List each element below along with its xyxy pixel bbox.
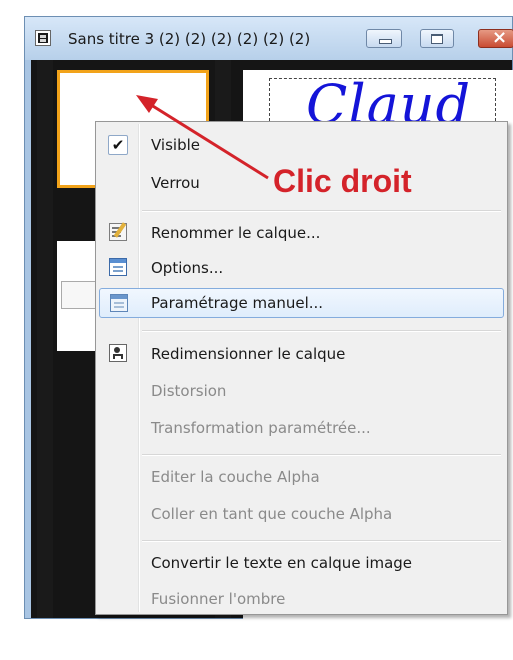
title-bar[interactable]: Sans titre 3 (2) (2) (2) (2) (2) (2): [25, 17, 513, 60]
menu-item-resize-layer[interactable]: Redimensionner le calque: [99, 339, 504, 369]
menu-item-label: Paramétrage manuel...: [151, 294, 324, 312]
menu-item-visible[interactable]: ✔ Visible: [99, 130, 504, 160]
window-title: Sans titre 3 (2) (2) (2) (2) (2) (2): [68, 30, 311, 48]
menu-separator: [142, 454, 501, 456]
menu-item-label: Fusionner l'ombre: [151, 590, 286, 608]
menu-item-distortion: Distorsion: [99, 376, 504, 406]
menu-item-label: Redimensionner le calque: [151, 345, 346, 363]
menu-item-label: Verrou: [151, 174, 200, 192]
options-icon: [109, 258, 127, 276]
menu-item-merge-shadow: Fusionner l'ombre: [99, 584, 504, 614]
menu-item-label: Convertir le texte en calque image: [151, 554, 413, 572]
menu-separator: [142, 540, 501, 542]
menu-item-label: Options...: [151, 259, 224, 277]
menu-item-label: Renommer le calque...: [151, 224, 321, 242]
close-button[interactable]: [478, 27, 513, 48]
resize-layer-icon: [109, 344, 127, 362]
menu-item-label: Editer la couche Alpha: [151, 468, 320, 486]
menu-separator: [142, 210, 501, 212]
menu-item-label: Transformation paramétrée...: [151, 419, 371, 437]
menu-item-label: Visible: [151, 136, 200, 154]
menu-item-manual-settings[interactable]: Paramétrage manuel...: [99, 288, 504, 318]
menu-item-rename[interactable]: Renommer le calque...: [99, 218, 504, 248]
menu-item-convert-text[interactable]: Convertir le texte en calque image: [99, 548, 504, 578]
menu-item-options[interactable]: Options...: [99, 253, 504, 283]
menu-separator: [142, 330, 501, 332]
maximize-button[interactable]: [420, 29, 454, 48]
menu-item-label: Distorsion: [151, 382, 227, 400]
menu-item-parametric-transform: Transformation paramétrée...: [99, 413, 504, 443]
menu-item-edit-alpha: Editer la couche Alpha: [99, 462, 504, 492]
film-strip-left: [37, 60, 53, 618]
minimize-button[interactable]: [366, 29, 402, 48]
menu-item-label: Coller en tant que couche Alpha: [151, 505, 393, 523]
manual-settings-icon: [110, 294, 128, 312]
annotation-label: Clic droit: [273, 163, 412, 199]
checkmark-icon: ✔: [108, 135, 128, 155]
rename-icon: [109, 223, 127, 241]
menu-item-paste-alpha: Coller en tant que couche Alpha: [99, 499, 504, 529]
document-window-icon[interactable]: [35, 30, 51, 46]
